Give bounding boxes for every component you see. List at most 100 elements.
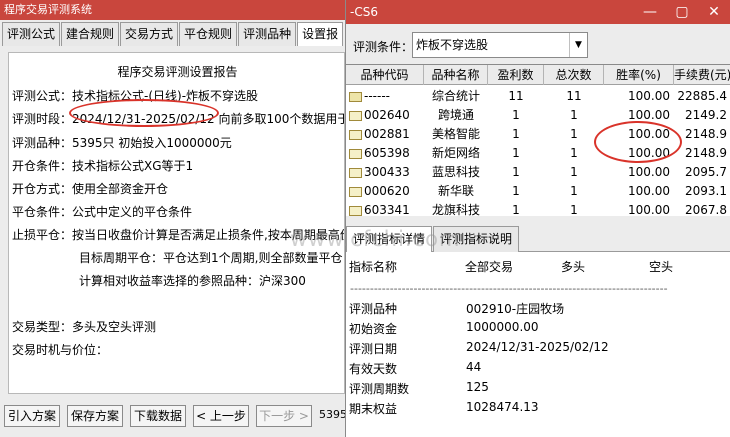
cell-win: 100.00 <box>604 201 674 216</box>
condition-value: 炸板不穿选股 <box>416 38 489 52</box>
chevron-down-icon[interactable]: ▼ <box>569 33 587 57</box>
cell-name: 蓝思科技 <box>424 163 488 181</box>
save-scheme-button[interactable]: 保存方案 <box>67 405 123 427</box>
date-highlight-ellipse <box>69 99 219 127</box>
cell-text: 2148.9 <box>685 127 727 141</box>
tab-close-rules[interactable]: 平仓规则 <box>179 22 238 46</box>
report-variety: 评测品种：5395只 初始投入1000000元 <box>12 136 232 150</box>
col-header-name[interactable]: 品种名称 <box>424 65 488 85</box>
variety-count: 5395 <box>319 408 347 421</box>
table-row[interactable]: 603341 龙旗科技 1 1 100.00 2067.8 <box>346 201 730 216</box>
col-header-profit[interactable]: 盈利数 <box>488 65 544 85</box>
report-reference: 计算相对收益率选择的参照品种：沪深300 <box>79 274 306 288</box>
cell-fee: 2093.1 <box>674 182 730 200</box>
table-row[interactable]: 002640 跨境通 1 1 100.00 2149.2 <box>346 106 730 124</box>
col-header-fee[interactable]: 手续费(元) <box>674 65 730 85</box>
cell-text: 1 <box>570 203 578 216</box>
cell-text: 跨境通 <box>437 108 474 122</box>
detail-label: 评测日期 <box>349 342 398 356</box>
cell-code: 002881 <box>346 125 424 143</box>
table-row[interactable]: ------ 综合统计 11 11 100.00 22885.4 <box>346 87 730 105</box>
col-header-code[interactable]: 品种代码 <box>346 65 424 85</box>
tab-settings-report[interactable]: 设置报 <box>297 22 344 46</box>
cell-total: 11 <box>544 87 604 105</box>
detail-header-metric: 指标名称 <box>349 260 398 274</box>
detail-label: 期末权益 <box>349 402 398 416</box>
cell-fee: 2095.7 <box>674 163 730 181</box>
cell-profit: 1 <box>488 182 544 200</box>
cell-text: 1 <box>570 184 578 198</box>
cell-text: 2148.9 <box>685 146 727 160</box>
watermark: www.cfchi.com <box>290 227 461 251</box>
minimize-icon[interactable]: — <box>634 0 666 24</box>
cell-name: 新华联 <box>424 182 488 200</box>
detail-label: 评测品种 <box>349 302 398 316</box>
cell-total: 1 <box>544 163 604 181</box>
cell-text: 新炬网络 <box>431 146 480 160</box>
download-data-button[interactable]: 下载数据 <box>130 405 186 427</box>
table-row[interactable]: 300433 蓝思科技 1 1 100.00 2095.7 <box>346 163 730 181</box>
cell-name: 龙旗科技 <box>424 201 488 216</box>
cell-text: 1 <box>570 165 578 179</box>
cell-fee: 2148.9 <box>674 144 730 162</box>
tab-formula[interactable]: 评测公式 <box>2 22 61 46</box>
cell-name: 跨境通 <box>424 106 488 124</box>
cell-text: 蓝思科技 <box>431 165 480 179</box>
tab-variety[interactable]: 评测品种 <box>238 22 297 46</box>
detail-header-short: 空头 <box>649 260 674 274</box>
detail-label: 有效天数 <box>349 362 398 376</box>
cell-total: 1 <box>544 201 604 216</box>
report-open-mode: 开仓方式：使用全部资金开仓 <box>12 182 169 196</box>
cell-text: 2095.7 <box>685 165 727 179</box>
detail-value: 44 <box>466 360 482 374</box>
detail-value: 1028474.13 <box>466 400 539 414</box>
cell-fee: 2149.2 <box>674 106 730 124</box>
cell-win: 100.00 <box>604 87 674 105</box>
table-row[interactable]: 000620 新华联 1 1 100.00 2093.1 <box>346 182 730 200</box>
cell-profit: 1 <box>488 144 544 162</box>
settings-report-panel: 程序交易评测设置报告 评测公式：技术指标公式-(日线)-炸板不穿选股 评测时段：… <box>8 52 345 394</box>
cell-fee: 22885.4 <box>674 87 730 105</box>
maximize-icon[interactable]: ▢ <box>666 0 698 24</box>
cell-text: 603341 <box>364 203 410 216</box>
cell-text: 100.00 <box>628 108 670 122</box>
cell-text: 新华联 <box>437 184 474 198</box>
folder-icon <box>349 205 362 216</box>
cell-text: 100.00 <box>628 184 670 198</box>
report-title: 程序交易评测设置报告 <box>117 65 238 79</box>
cell-code: ------ <box>346 87 424 105</box>
tab-trade-mode[interactable]: 交易方式 <box>120 22 179 46</box>
detail-value: 002910-庄园牧场 <box>466 302 565 316</box>
cell-text: 1 <box>512 108 520 122</box>
folder-icon <box>349 110 362 121</box>
report-close-condition: 平仓条件：公式中定义的平仓条件 <box>12 205 193 219</box>
winrate-highlight-ellipse <box>594 121 682 163</box>
cell-text: 1 <box>512 127 520 141</box>
cell-code: 002640 <box>346 106 424 124</box>
prev-step-button[interactable]: < 上一步 <box>193 405 249 427</box>
cell-text: ------ <box>364 89 390 103</box>
results-table: 品种代码 品种名称 盈利数 总次数 胜率(%) 手续费(元) ------ 综合统… <box>346 64 730 216</box>
condition-label: 评测条件： <box>353 40 414 54</box>
cell-text: 22885.4 <box>677 89 727 103</box>
cell-fee: 2067.8 <box>674 201 730 216</box>
cell-text: 1 <box>570 146 578 160</box>
import-scheme-button[interactable]: 引入方案 <box>4 405 60 427</box>
col-header-winrate[interactable]: 胜率(%) <box>604 65 674 85</box>
cell-name: 综合统计 <box>424 87 488 105</box>
cell-text: 2093.1 <box>685 184 727 198</box>
folder-icon <box>349 129 362 140</box>
col-header-total[interactable]: 总次数 <box>544 65 604 85</box>
detail-label: 初始资金 <box>349 322 398 336</box>
condition-select[interactable]: 炸板不穿选股 ▼ <box>412 32 588 58</box>
cell-text: 1 <box>512 203 520 216</box>
close-icon[interactable]: ✕ <box>698 0 730 24</box>
cell-profit: 1 <box>488 163 544 181</box>
tab-open-rules[interactable]: 建合规则 <box>61 22 120 46</box>
cell-profit: 1 <box>488 125 544 143</box>
cell-total: 1 <box>544 106 604 124</box>
window-title: 程序交易评测系统 <box>0 0 345 20</box>
window-controls: — ▢ ✕ <box>634 0 730 24</box>
cell-profit: 1 <box>488 106 544 124</box>
next-step-button[interactable]: 下一步 > <box>256 405 312 427</box>
